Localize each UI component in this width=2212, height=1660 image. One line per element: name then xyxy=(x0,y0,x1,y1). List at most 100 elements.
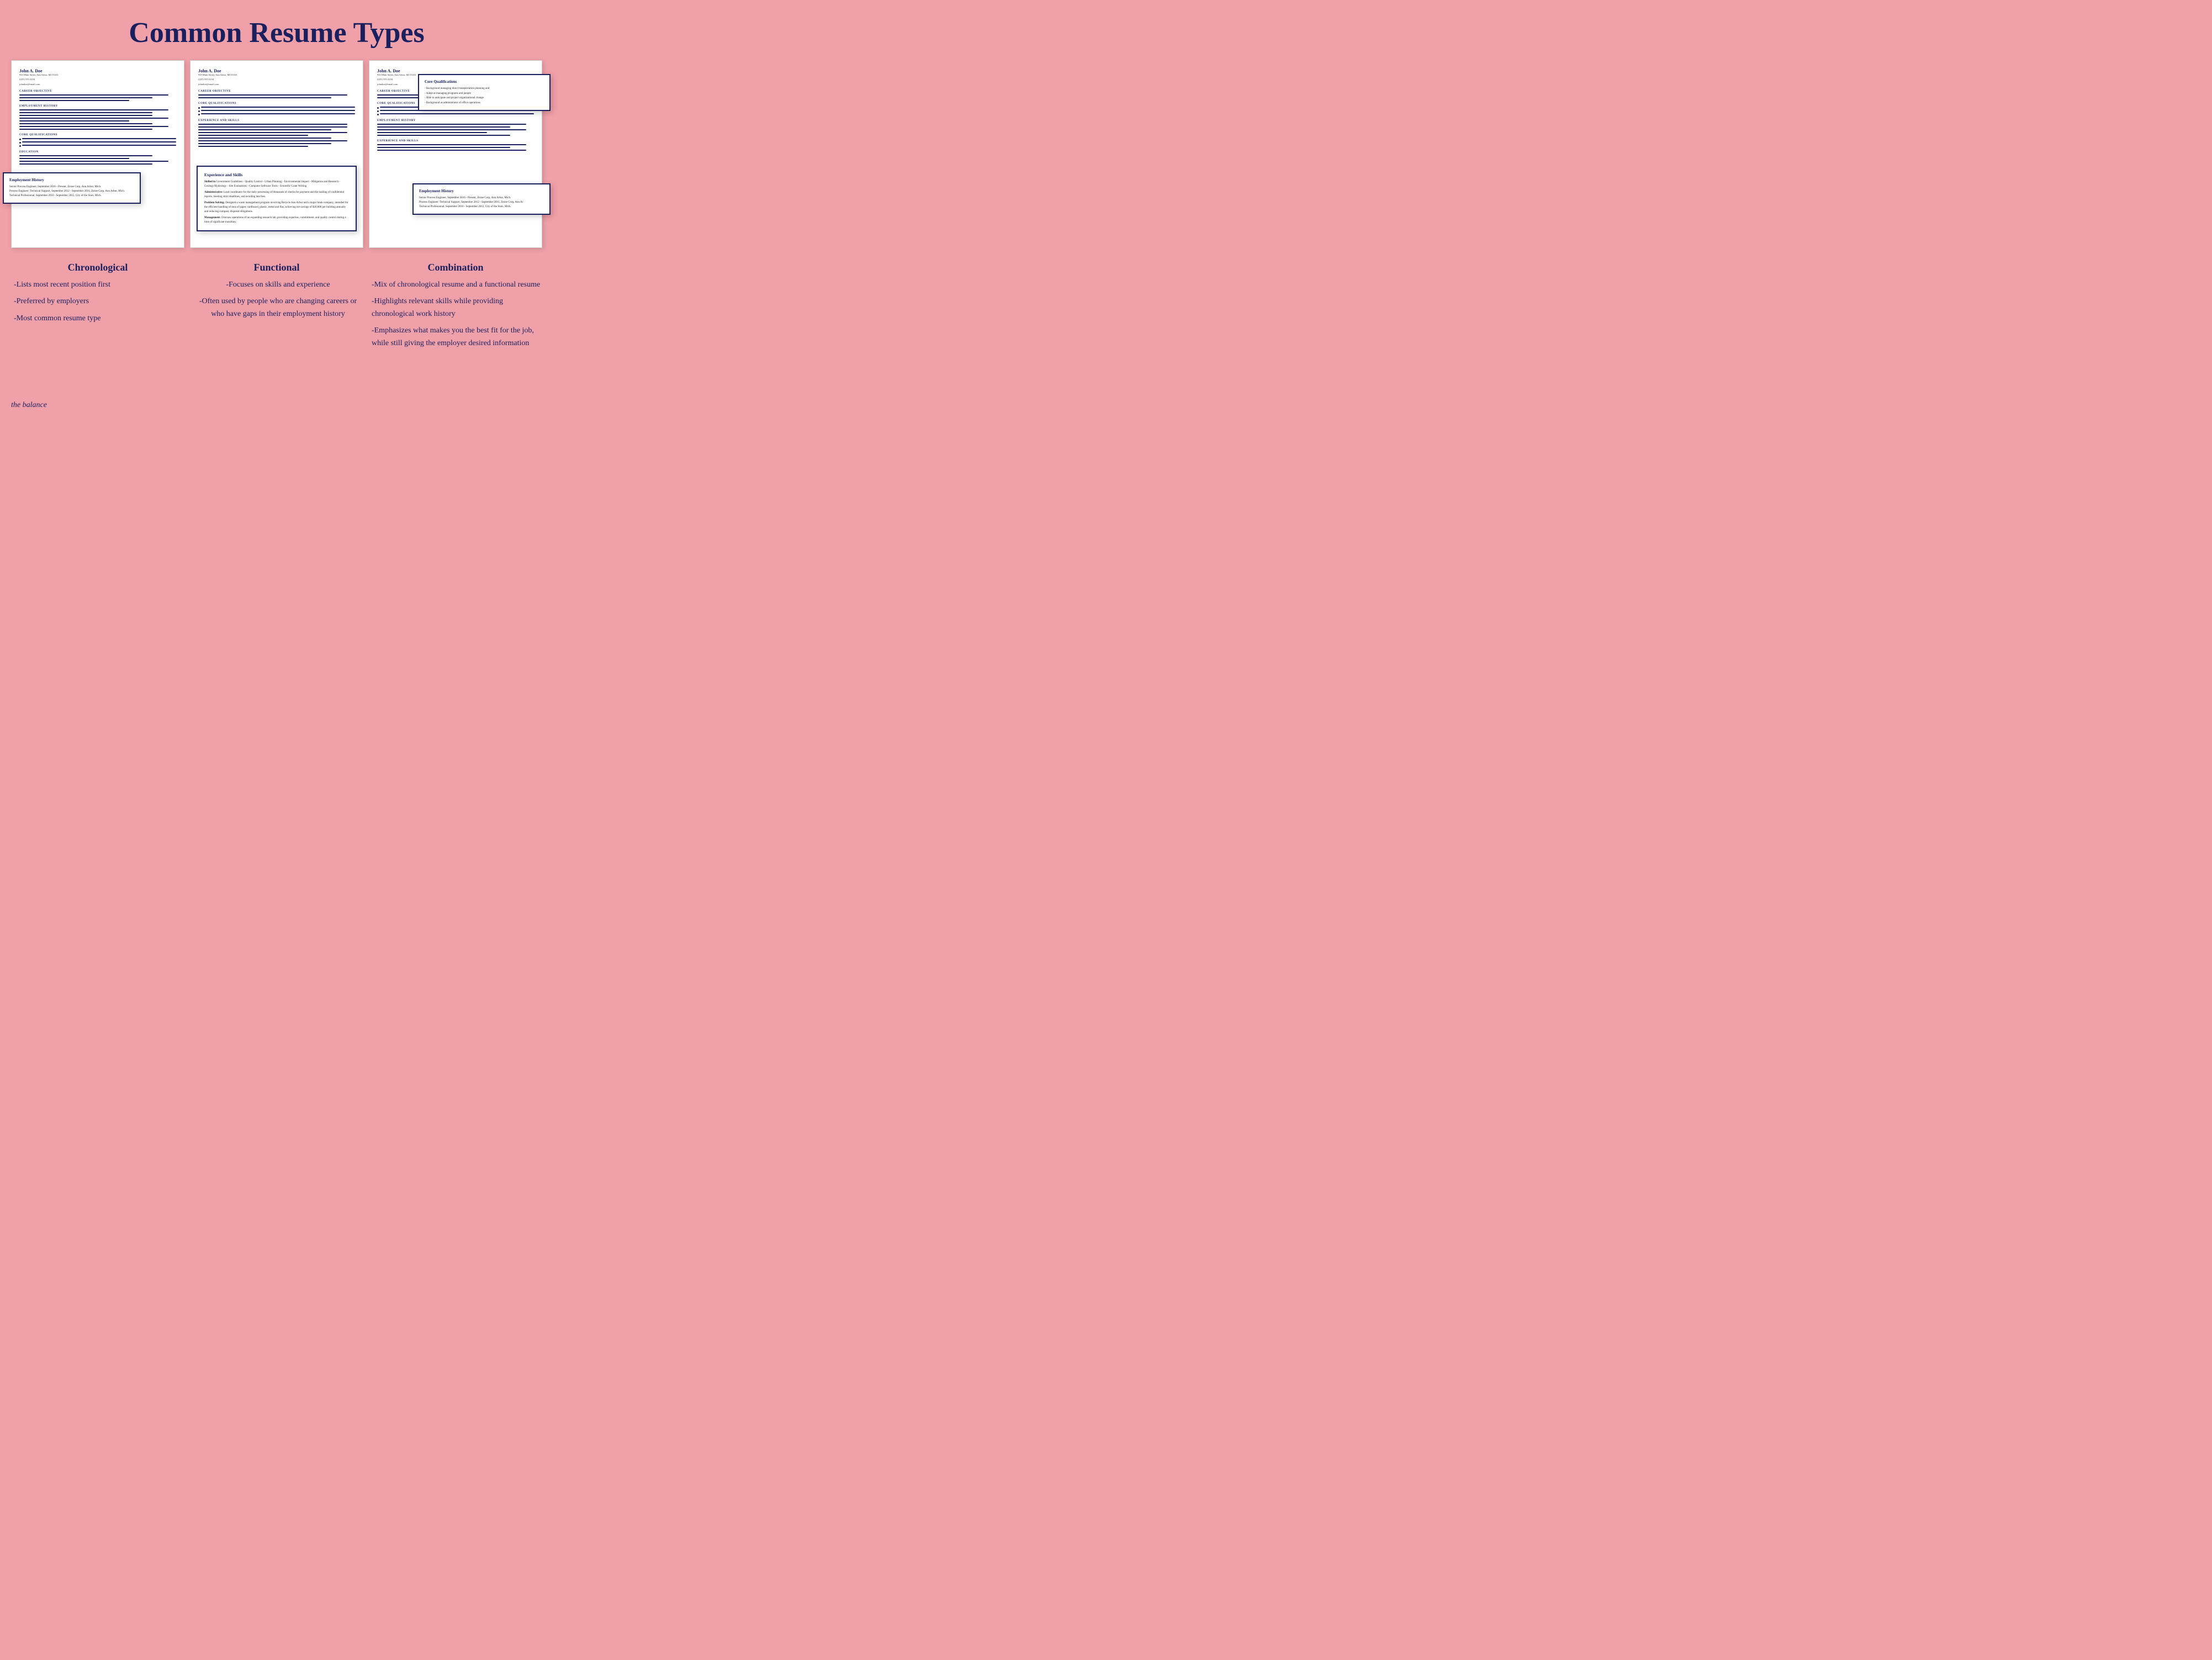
resume1-edu-line2 xyxy=(19,158,129,159)
combination-label-title: Combination xyxy=(369,262,542,273)
chronological-callout: Employment History Senior Process Engine… xyxy=(3,172,141,204)
resume1-edu-line4 xyxy=(19,163,152,165)
bullet-dot xyxy=(19,139,21,140)
func-item1: -Focuses on skills and experience xyxy=(193,279,363,291)
chronological-label-items: -Lists most recent position first -Prefe… xyxy=(11,279,184,325)
func-item1-text: -Focuses on skills and experience xyxy=(226,279,330,291)
functional-label-title: Functional xyxy=(190,262,363,273)
comb-core-line3: - Able to anticipate and project organiz… xyxy=(425,96,544,101)
resume1-line1 xyxy=(19,94,168,96)
resume3-name: John A. Doe xyxy=(377,68,534,73)
bullet-line xyxy=(201,107,355,108)
combination-core-callout: Core Qualifications - Background managin… xyxy=(418,74,551,111)
resume1-emp-line4 xyxy=(19,118,168,119)
comb-item1: -Mix of chronological resume and a funct… xyxy=(372,279,542,291)
resume1-emp-line8 xyxy=(19,129,152,130)
chron-item2: -Preferred by employers xyxy=(14,295,184,308)
comb-emp-line3: Technical Professional, September 2010 -… xyxy=(419,205,544,209)
callout-chron-line1: Senior Process Engineer, September 2016 … xyxy=(9,185,134,189)
r2-line2 xyxy=(198,97,331,98)
func-item2-text: -Often used by people who are changing c… xyxy=(193,295,363,320)
chron-item1-text: -Lists most recent position first xyxy=(14,279,110,291)
callout-func-line2: Administrative: Lead coordinator for the… xyxy=(204,191,349,199)
chron-item3-text: -Most common resume type xyxy=(14,313,100,325)
resume2-name: John A. Doe xyxy=(198,68,355,73)
chron-item3: -Most common resume type xyxy=(14,313,184,325)
r2-exp3 xyxy=(198,129,331,130)
resume2-career-obj-title: CAREER OBJECTIVE xyxy=(198,90,355,93)
r2-line1 xyxy=(198,94,347,96)
bullet-dot xyxy=(198,107,200,109)
comb-emp-line2: Process Engineer: Technical Support, Sep… xyxy=(419,200,544,205)
comb-core-callout-title: Core Qualifications xyxy=(425,80,544,84)
resume1-emp-line1 xyxy=(19,109,168,110)
resume1-career-obj-title: CAREER OBJECTIVE xyxy=(19,90,176,93)
combination-label-column: Combination -Mix of chronological resume… xyxy=(369,262,542,354)
resume1-phone: (225) 555-2234 xyxy=(19,78,176,81)
r2-exp8 xyxy=(198,143,331,144)
resume1-education-title: EDUCATION xyxy=(19,151,176,154)
bullet-dot xyxy=(198,114,200,115)
r3-emp3 xyxy=(377,129,526,130)
resume1-core-qual-title: CORE QUALIFICATIONS xyxy=(19,134,176,136)
resume1-emp-line7 xyxy=(19,126,168,127)
r3-emp5 xyxy=(377,135,510,136)
comb-core-line4: - Background as administrator of office … xyxy=(425,101,544,106)
combination-emp-callout: Employment History Senior Process Engine… xyxy=(412,183,551,215)
resume1-edu-line1 xyxy=(19,155,152,156)
r3-exp2 xyxy=(377,147,510,148)
resume1-emp-line2 xyxy=(19,112,152,113)
callout-func-line1: Skilled in Government Guidelines - Quali… xyxy=(204,180,349,189)
comb-item1-text: -Mix of chronological resume and a funct… xyxy=(372,279,540,291)
resume2-email: johndoe@email.com xyxy=(198,83,355,86)
resume2-phone: (225) 555-2234 xyxy=(198,78,355,81)
r2-exp4 xyxy=(198,132,347,133)
r2-bullet2 xyxy=(198,110,355,112)
bullet-line xyxy=(22,138,176,139)
resume2-core-qual-title: CORE QUALIFICATIONS xyxy=(198,102,355,105)
resume1-bullet2 xyxy=(19,141,176,144)
resume1-line3 xyxy=(19,100,129,101)
bullet-line xyxy=(201,113,355,114)
r2-exp6 xyxy=(198,138,331,139)
comb-item3: -Emphasizes what makes you the best fit … xyxy=(372,325,542,350)
callout-func-line4: Management: Oversaw operations of an exp… xyxy=(204,216,349,225)
page-wrapper: Common Resume Types John A. Doe 935 Main… xyxy=(0,0,553,415)
bullet-line xyxy=(201,110,355,111)
comb-emp-line1: Senior Process Engineer, September 2016 … xyxy=(419,196,544,200)
bullet-dot xyxy=(377,107,379,109)
bullet-line xyxy=(22,141,176,142)
resume2-address: 935 Main Street, Ann Arbor, MI 55333 xyxy=(198,73,355,77)
functional-callout-title: Experience and Skills xyxy=(204,172,349,177)
r3-emp1 xyxy=(377,124,526,125)
r2-exp9 xyxy=(198,146,308,147)
functional-label-items: -Focuses on skills and experience -Often… xyxy=(190,279,363,320)
chron-item1: -Lists most recent position first xyxy=(14,279,184,291)
r3-bullet3 xyxy=(377,113,534,115)
comb-item2-text: -Highlights relevant skills while provid… xyxy=(372,295,542,320)
r2-exp1 xyxy=(198,124,347,125)
brand-footer: the balance xyxy=(11,401,47,410)
bullet-dot xyxy=(198,110,200,112)
resume1-emp-hist-title: EMPLOYMENT HISTORY xyxy=(19,105,176,108)
r3-emp4 xyxy=(377,132,487,133)
resumes-row: John A. Doe 935 Main Street, Ann Arbor, … xyxy=(11,60,542,248)
r2-exp5 xyxy=(198,135,308,136)
callout-func-line3: Problem Solving: Designed a waste manage… xyxy=(204,201,349,214)
bullet-line xyxy=(380,113,534,114)
chronological-resume-card: John A. Doe 935 Main Street, Ann Arbor, … xyxy=(11,60,184,248)
resume3-emp-hist-title: EMPLOYMENT HISTORY xyxy=(377,119,534,122)
r3-emp2 xyxy=(377,126,510,128)
bullet-dot xyxy=(19,142,21,144)
r2-exp2 xyxy=(198,126,347,128)
comb-core-line2: - Adept at managing programs and people xyxy=(425,92,544,97)
func-item2: -Often used by people who are changing c… xyxy=(193,295,363,320)
chron-item2-text: -Preferred by employers xyxy=(14,295,89,308)
r2-bullet1 xyxy=(198,107,355,109)
chronological-callout-title: Employment History xyxy=(9,178,134,182)
comb-item3-text: -Emphasizes what makes you the best fit … xyxy=(372,325,542,350)
bullet-dot xyxy=(377,114,379,115)
chronological-label-title: Chronological xyxy=(11,262,184,273)
resume1-emp-line5 xyxy=(19,120,129,121)
combination-label-items: -Mix of chronological resume and a funct… xyxy=(369,279,542,350)
